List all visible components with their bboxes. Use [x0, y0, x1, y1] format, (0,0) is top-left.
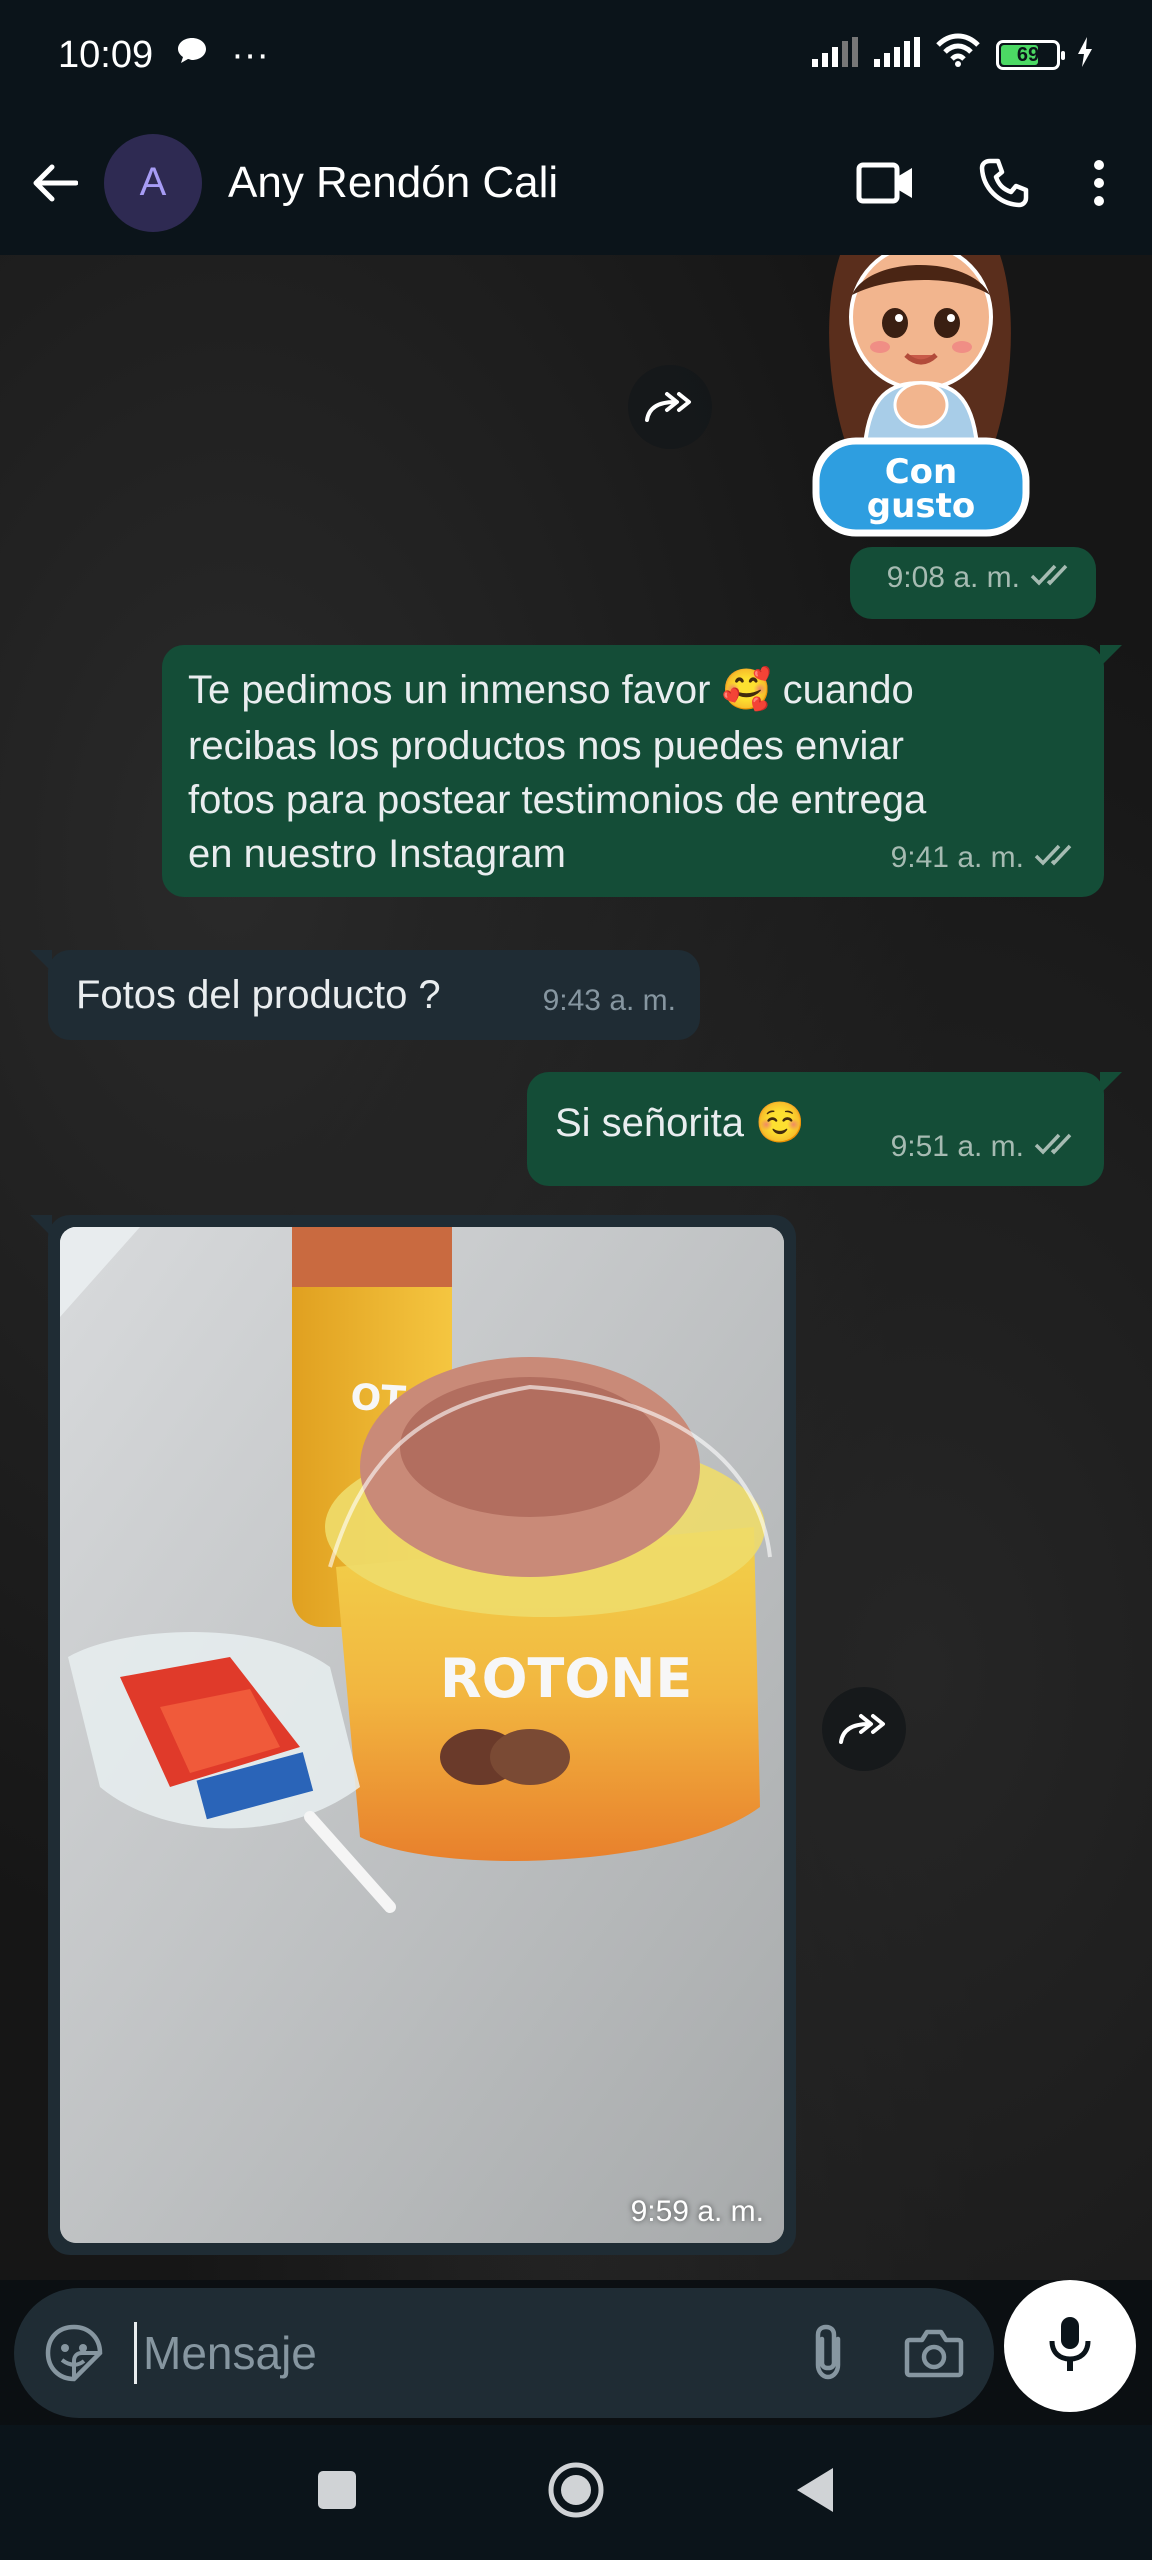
status-time: 10:09: [58, 33, 154, 76]
phone-icon[interactable]: [978, 157, 1030, 209]
home-circle-icon[interactable]: [547, 2461, 605, 2524]
message-time: 9:41 a. m.: [890, 841, 1024, 874]
back-arrow-icon[interactable]: [24, 153, 84, 213]
more-vert-icon[interactable]: [1092, 159, 1106, 207]
sticker-text-gusto: gusto: [867, 486, 975, 526]
chat-area[interactable]: Con gusto 9:08 a. m. Te pedimos un inmen…: [0, 255, 1152, 2280]
mic-button[interactable]: [1004, 2280, 1136, 2412]
image-message-bubble[interactable]: OTONE ROTONE 9:59 a. m.: [30, 1215, 796, 2255]
smiling-hearts-emoji: 🥰: [721, 668, 772, 712]
status-overflow-dots: ···: [231, 33, 270, 76]
message-input[interactable]: [134, 2321, 778, 2384]
message-input-pill: [14, 2287, 994, 2418]
message-bubble[interactable]: Si señorita ☺️ 9:51 a. m.: [527, 1072, 1122, 1186]
message-text: Fotos del producto ?: [76, 973, 441, 1017]
video-call-icon[interactable]: [856, 161, 916, 205]
mic-icon: [1048, 2315, 1092, 2378]
double-check-icon: [1030, 551, 1076, 605]
double-check-icon: [1034, 1120, 1080, 1174]
double-check-icon: [1034, 831, 1080, 885]
charging-icon: [1076, 34, 1094, 77]
battery-icon: 69: [996, 40, 1065, 70]
message-text: Si señorita: [555, 1101, 744, 1145]
wifi-icon: [936, 33, 980, 77]
signal-icon: [812, 34, 858, 77]
message-composer: [0, 2280, 1152, 2425]
recents-square-icon[interactable]: [317, 2470, 357, 2515]
sticker-time-bubble: 9:08 a. m.: [850, 547, 1096, 619]
back-triangle-icon[interactable]: [795, 2466, 835, 2519]
signal-icon: [874, 34, 920, 77]
message-time: 9:51 a. m.: [890, 1130, 1024, 1163]
status-bar: 10:09 ··· 69: [0, 0, 1152, 110]
product-photo[interactable]: OTONE ROTONE 9:59 a. m.: [60, 1227, 784, 2243]
contact-name[interactable]: Any Rendón Cali: [228, 158, 558, 208]
sticker-image[interactable]: Con gusto: [810, 255, 1032, 537]
system-navigation-bar: [0, 2425, 1152, 2560]
message-time: 9:59 a. m.: [630, 2195, 764, 2228]
message-text-line-3: fotos para postear testimonios de entreg…: [188, 778, 927, 822]
message-text-line-2: recibas los productos nos puedes enviar: [188, 724, 904, 768]
message-text: Te pedimos un inmenso favor 🥰 cuando: [188, 668, 914, 712]
message-time: 9:43 a. m.: [542, 984, 676, 1017]
forward-icon[interactable]: [822, 1687, 906, 1771]
product-label: ROTONE: [440, 1647, 692, 1710]
message-bubble[interactable]: Te pedimos un inmenso favor 🥰 cuando rec…: [162, 645, 1122, 897]
chat-header: A Any Rendón Cali: [0, 110, 1152, 255]
message-bubble[interactable]: Fotos del producto ? 9:43 a. m.: [30, 950, 700, 1040]
avatar[interactable]: A: [104, 133, 202, 232]
camera-icon[interactable]: [904, 2328, 964, 2378]
battery-level: 69: [1016, 43, 1040, 66]
message-time: 9:08 a. m.: [886, 561, 1020, 594]
sticker-icon[interactable]: [44, 2323, 104, 2383]
forward-icon[interactable]: [628, 365, 712, 449]
attach-icon[interactable]: [808, 2323, 848, 2383]
chat-bubble-icon: [175, 34, 209, 77]
smiling-blush-emoji: ☺️: [755, 1101, 805, 1145]
